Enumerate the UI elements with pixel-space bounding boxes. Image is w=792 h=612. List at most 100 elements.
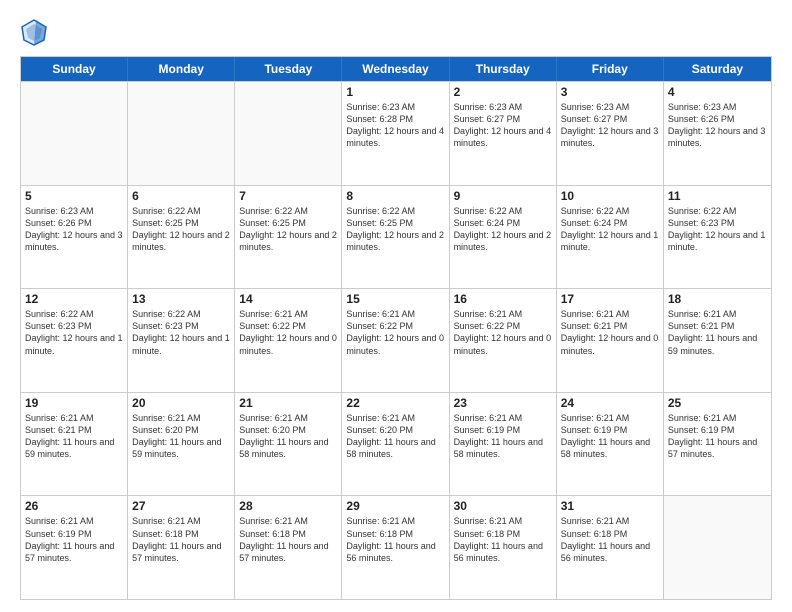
calendar-row-5: 26Sunrise: 6:21 AM Sunset: 6:19 PM Dayli…: [21, 495, 771, 599]
day-cell-7: 7 Sunrise: 6:22 AM Sunset: 6:25 PM Daylig…: [235, 186, 342, 289]
cell-info: Sunrise: 6:22 AM Sunset: 6:24 PM Dayligh…: [454, 205, 552, 254]
day-header-sunday: Sunday: [21, 57, 128, 81]
day-cell-22: 22 Sunrise: 6:21 AM Sunset: 6:20 PM Dayli…: [342, 393, 449, 496]
cell-info: Sunrise: 6:21 AM Sunset: 6:21 PM Dayligh…: [561, 308, 659, 357]
day-cell-15: 15 Sunrise: 6:21 AM Sunset: 6:22 PM Dayli…: [342, 289, 449, 392]
cell-info: Sunrise: 6:21 AM Sunset: 6:20 PM Dayligh…: [346, 412, 444, 461]
day-cell-8: 8 Sunrise: 6:22 AM Sunset: 6:25 PM Daylig…: [342, 186, 449, 289]
day-cell-24: 24 Sunrise: 6:21 AM Sunset: 6:19 PM Dayli…: [557, 393, 664, 496]
day-number: 28: [239, 499, 337, 513]
day-number: 17: [561, 292, 659, 306]
day-cell-10: 10 Sunrise: 6:22 AM Sunset: 6:24 PM Dayli…: [557, 186, 664, 289]
day-cell-29: 29 Sunrise: 6:21 AM Sunset: 6:18 PM Dayli…: [342, 496, 449, 599]
day-cell-21: 21Sunrise: 6:21 AM Sunset: 6:20 PM Dayli…: [235, 393, 342, 496]
day-header-thursday: Thursday: [450, 57, 557, 81]
day-number: 29: [346, 499, 444, 513]
day-cell-6: 6Sunrise: 6:22 AM Sunset: 6:25 PM Daylig…: [128, 186, 235, 289]
day-cell-16: 16 Sunrise: 6:21 AM Sunset: 6:22 PM Dayli…: [450, 289, 557, 392]
day-number: 24: [561, 396, 659, 410]
day-cell-25: 25 Sunrise: 6:21 AM Sunset: 6:19 PM Dayli…: [664, 393, 771, 496]
day-header-monday: Monday: [128, 57, 235, 81]
cell-info: Sunrise: 6:21 AM Sunset: 6:21 PM Dayligh…: [25, 412, 123, 461]
day-number: 4: [668, 85, 767, 99]
day-number: 21: [239, 396, 337, 410]
cell-info: Sunrise: 6:21 AM Sunset: 6:19 PM Dayligh…: [25, 515, 123, 564]
day-cell-26: 26Sunrise: 6:21 AM Sunset: 6:19 PM Dayli…: [21, 496, 128, 599]
day-number: 18: [668, 292, 767, 306]
day-header-friday: Friday: [557, 57, 664, 81]
calendar-row-2: 5Sunrise: 6:23 AM Sunset: 6:26 PM Daylig…: [21, 185, 771, 289]
cell-info: Sunrise: 6:21 AM Sunset: 6:22 PM Dayligh…: [346, 308, 444, 357]
day-number: 8: [346, 189, 444, 203]
day-header-tuesday: Tuesday: [235, 57, 342, 81]
day-number: 11: [668, 189, 767, 203]
day-number: 23: [454, 396, 552, 410]
cell-info: Sunrise: 6:22 AM Sunset: 6:25 PM Dayligh…: [239, 205, 337, 254]
cell-info: Sunrise: 6:21 AM Sunset: 6:18 PM Dayligh…: [346, 515, 444, 564]
cell-info: Sunrise: 6:22 AM Sunset: 6:25 PM Dayligh…: [132, 205, 230, 254]
day-cell-1: 1 Sunrise: 6:23 AM Sunset: 6:28 PM Daylig…: [342, 82, 449, 185]
calendar-row-1: 1 Sunrise: 6:23 AM Sunset: 6:28 PM Daylig…: [21, 81, 771, 185]
cell-info: Sunrise: 6:21 AM Sunset: 6:19 PM Dayligh…: [668, 412, 767, 461]
cell-info: Sunrise: 6:23 AM Sunset: 6:28 PM Dayligh…: [346, 101, 444, 150]
empty-cell: [664, 496, 771, 599]
day-number: 7: [239, 189, 337, 203]
day-number: 25: [668, 396, 767, 410]
cell-info: Sunrise: 6:22 AM Sunset: 6:25 PM Dayligh…: [346, 205, 444, 254]
empty-cell: [128, 82, 235, 185]
day-number: 2: [454, 85, 552, 99]
day-cell-11: 11Sunrise: 6:22 AM Sunset: 6:23 PM Dayli…: [664, 186, 771, 289]
cell-info: Sunrise: 6:21 AM Sunset: 6:19 PM Dayligh…: [561, 412, 659, 461]
day-header-wednesday: Wednesday: [342, 57, 449, 81]
day-number: 31: [561, 499, 659, 513]
day-number: 16: [454, 292, 552, 306]
calendar-body: 1 Sunrise: 6:23 AM Sunset: 6:28 PM Daylig…: [21, 81, 771, 599]
cell-info: Sunrise: 6:23 AM Sunset: 6:27 PM Dayligh…: [561, 101, 659, 150]
day-cell-4: 4 Sunrise: 6:23 AM Sunset: 6:26 PM Daylig…: [664, 82, 771, 185]
cell-info: Sunrise: 6:21 AM Sunset: 6:22 PM Dayligh…: [239, 308, 337, 357]
day-cell-12: 12 Sunrise: 6:22 AM Sunset: 6:23 PM Dayli…: [21, 289, 128, 392]
day-number: 3: [561, 85, 659, 99]
cell-info: Sunrise: 6:21 AM Sunset: 6:18 PM Dayligh…: [454, 515, 552, 564]
day-cell-18: 18 Sunrise: 6:21 AM Sunset: 6:21 PM Dayli…: [664, 289, 771, 392]
day-cell-23: 23 Sunrise: 6:21 AM Sunset: 6:19 PM Dayli…: [450, 393, 557, 496]
day-number: 13: [132, 292, 230, 306]
day-number: 15: [346, 292, 444, 306]
cell-info: Sunrise: 6:21 AM Sunset: 6:19 PM Dayligh…: [454, 412, 552, 461]
day-number: 1: [346, 85, 444, 99]
cell-info: Sunrise: 6:21 AM Sunset: 6:18 PM Dayligh…: [132, 515, 230, 564]
cell-info: Sunrise: 6:21 AM Sunset: 6:18 PM Dayligh…: [239, 515, 337, 564]
day-number: 22: [346, 396, 444, 410]
day-cell-14: 14 Sunrise: 6:21 AM Sunset: 6:22 PM Dayli…: [235, 289, 342, 392]
day-cell-19: 19 Sunrise: 6:21 AM Sunset: 6:21 PM Dayli…: [21, 393, 128, 496]
cell-info: Sunrise: 6:21 AM Sunset: 6:22 PM Dayligh…: [454, 308, 552, 357]
cell-info: Sunrise: 6:21 AM Sunset: 6:18 PM Dayligh…: [561, 515, 659, 564]
day-number: 9: [454, 189, 552, 203]
calendar-header-row: SundayMondayTuesdayWednesdayThursdayFrid…: [21, 57, 771, 81]
empty-cell: [21, 82, 128, 185]
cell-info: Sunrise: 6:22 AM Sunset: 6:24 PM Dayligh…: [561, 205, 659, 254]
calendar-row-4: 19 Sunrise: 6:21 AM Sunset: 6:21 PM Dayli…: [21, 392, 771, 496]
day-number: 12: [25, 292, 123, 306]
day-number: 19: [25, 396, 123, 410]
empty-cell: [235, 82, 342, 185]
day-cell-13: 13 Sunrise: 6:22 AM Sunset: 6:23 PM Dayli…: [128, 289, 235, 392]
day-number: 27: [132, 499, 230, 513]
day-cell-5: 5Sunrise: 6:23 AM Sunset: 6:26 PM Daylig…: [21, 186, 128, 289]
cell-info: Sunrise: 6:22 AM Sunset: 6:23 PM Dayligh…: [25, 308, 123, 357]
day-cell-31: 31 Sunrise: 6:21 AM Sunset: 6:18 PM Dayli…: [557, 496, 664, 599]
cell-info: Sunrise: 6:22 AM Sunset: 6:23 PM Dayligh…: [132, 308, 230, 357]
day-cell-17: 17 Sunrise: 6:21 AM Sunset: 6:21 PM Dayli…: [557, 289, 664, 392]
logo: [20, 18, 52, 46]
day-cell-9: 9 Sunrise: 6:22 AM Sunset: 6:24 PM Daylig…: [450, 186, 557, 289]
cell-info: Sunrise: 6:23 AM Sunset: 6:26 PM Dayligh…: [668, 101, 767, 150]
day-cell-28: 28 Sunrise: 6:21 AM Sunset: 6:18 PM Dayli…: [235, 496, 342, 599]
day-number: 14: [239, 292, 337, 306]
day-cell-30: 30 Sunrise: 6:21 AM Sunset: 6:18 PM Dayli…: [450, 496, 557, 599]
cell-info: Sunrise: 6:23 AM Sunset: 6:26 PM Dayligh…: [25, 205, 123, 254]
cell-info: Sunrise: 6:21 AM Sunset: 6:21 PM Dayligh…: [668, 308, 767, 357]
day-cell-27: 27 Sunrise: 6:21 AM Sunset: 6:18 PM Dayli…: [128, 496, 235, 599]
day-number: 30: [454, 499, 552, 513]
day-number: 10: [561, 189, 659, 203]
day-cell-3: 3 Sunrise: 6:23 AM Sunset: 6:27 PM Daylig…: [557, 82, 664, 185]
